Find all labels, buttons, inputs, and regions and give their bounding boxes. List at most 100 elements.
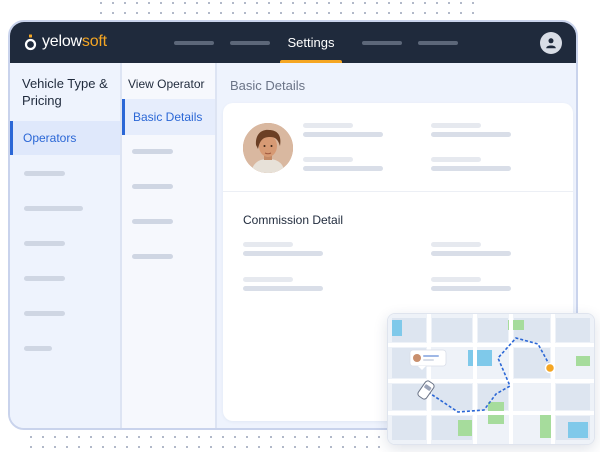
- decorative-dot: [316, 12, 318, 14]
- subnav-item-placeholder[interactable]: [132, 254, 173, 259]
- decorative-dot: [124, 12, 126, 14]
- commission-field-label: [243, 242, 293, 247]
- decorative-dot: [354, 436, 356, 438]
- decorative-dot: [270, 446, 272, 448]
- nav-item-2[interactable]: [230, 41, 270, 45]
- map-route-icon: [388, 314, 594, 444]
- nav-item-1[interactable]: [174, 41, 214, 45]
- yelowsoft-logo-icon: [24, 34, 37, 50]
- decorative-dot: [246, 436, 248, 438]
- decorative-dot: [210, 436, 212, 438]
- decorative-dot: [342, 446, 344, 448]
- decorative-dot: [114, 436, 116, 438]
- sidebar-item-placeholder[interactable]: [24, 346, 52, 351]
- decorative-dot: [366, 436, 368, 438]
- subnav-item-basic-details[interactable]: Basic Details: [122, 99, 215, 135]
- dot-grid-bottom: [30, 436, 380, 448]
- decorative-dot: [340, 12, 342, 14]
- commission-field-label: [431, 242, 481, 247]
- decorative-dot: [436, 2, 438, 4]
- profile-field-value: [303, 132, 383, 137]
- decorative-dot: [174, 446, 176, 448]
- decorative-dot: [270, 436, 272, 438]
- decorative-dot: [136, 2, 138, 4]
- commission-field-label: [243, 277, 293, 282]
- sidebar-item-operators-label: Operators: [23, 131, 77, 145]
- sidebar-item-placeholder[interactable]: [24, 241, 65, 246]
- logo-text-prefix: yelow: [42, 33, 82, 50]
- decorative-dot: [244, 2, 246, 4]
- sidebar-item-placeholder[interactable]: [24, 206, 83, 211]
- subnav-item-placeholder[interactable]: [132, 184, 173, 189]
- subnav-title: View Operator: [128, 77, 205, 91]
- subnav-item-placeholder[interactable]: [132, 149, 173, 154]
- decorative-dot: [184, 12, 186, 14]
- decorative-dot: [342, 436, 344, 438]
- decorative-dot: [352, 12, 354, 14]
- decorative-dot: [292, 2, 294, 4]
- decorative-dot: [112, 12, 114, 14]
- sidebar-item-vehicle-type-pricing[interactable]: Vehicle Type & Pricing: [22, 75, 117, 109]
- decorative-dot: [256, 2, 258, 4]
- decorative-dot: [186, 436, 188, 438]
- route-map-card[interactable]: [387, 313, 595, 445]
- decorative-dot: [340, 2, 342, 4]
- decorative-dot: [114, 446, 116, 448]
- settings-sidebar: Vehicle Type & Pricing Operators: [10, 63, 120, 428]
- decorative-dot: [330, 436, 332, 438]
- decorative-dot: [162, 436, 164, 438]
- profile-field-label: [431, 123, 481, 128]
- sidebar-item-operators[interactable]: Operators: [10, 121, 120, 155]
- decorative-dot: [388, 2, 390, 4]
- decorative-dot: [424, 2, 426, 4]
- nav-item-5[interactable]: [418, 41, 458, 45]
- decorative-dot: [268, 2, 270, 4]
- decorative-dot: [330, 446, 332, 448]
- decorative-dot: [400, 2, 402, 4]
- decorative-dot: [294, 436, 296, 438]
- decorative-dot: [412, 12, 414, 14]
- decorative-dot: [472, 2, 474, 4]
- section-divider: [223, 191, 573, 192]
- decorative-dot: [160, 12, 162, 14]
- decorative-dot: [376, 2, 378, 4]
- decorative-dot: [328, 12, 330, 14]
- decorative-dot: [352, 2, 354, 4]
- decorative-dot: [220, 2, 222, 4]
- decorative-dot: [150, 446, 152, 448]
- decorative-dot: [448, 2, 450, 4]
- profile-field-value: [303, 166, 383, 171]
- profile-field-value: [431, 166, 511, 171]
- commission-field-value: [243, 251, 323, 256]
- operator-avatar[interactable]: [243, 123, 293, 173]
- decorative-dot: [304, 2, 306, 4]
- nav-item-4[interactable]: [362, 41, 402, 45]
- sidebar-item-placeholder[interactable]: [24, 311, 65, 316]
- decorative-dot: [162, 446, 164, 448]
- decorative-dot: [258, 436, 260, 438]
- sidebar-item-placeholder[interactable]: [24, 171, 65, 176]
- user-menu-button[interactable]: [540, 32, 562, 54]
- profile-field-label: [431, 157, 481, 162]
- decorative-dot: [460, 12, 462, 14]
- sidebar-item-placeholder[interactable]: [24, 276, 65, 281]
- decorative-dot: [138, 436, 140, 438]
- decorative-dot: [378, 446, 380, 448]
- nav-item-settings[interactable]: Settings: [276, 22, 346, 63]
- decorative-dot: [364, 2, 366, 4]
- decorative-dot: [90, 446, 92, 448]
- decorative-dot: [294, 446, 296, 448]
- subnav-item-placeholder[interactable]: [132, 219, 173, 224]
- decorative-dot: [126, 436, 128, 438]
- profile-field-label: [303, 123, 353, 128]
- decorative-dot: [306, 436, 308, 438]
- decorative-dot: [448, 12, 450, 14]
- decorative-dot: [102, 436, 104, 438]
- logo-text-suffix: soft: [81, 33, 107, 50]
- decorative-dot: [66, 446, 68, 448]
- decorative-dot: [42, 446, 44, 448]
- app-logo[interactable]: yelow soft: [24, 33, 107, 51]
- decorative-dot: [102, 446, 104, 448]
- decorative-dot: [282, 446, 284, 448]
- decorative-dot: [172, 2, 174, 4]
